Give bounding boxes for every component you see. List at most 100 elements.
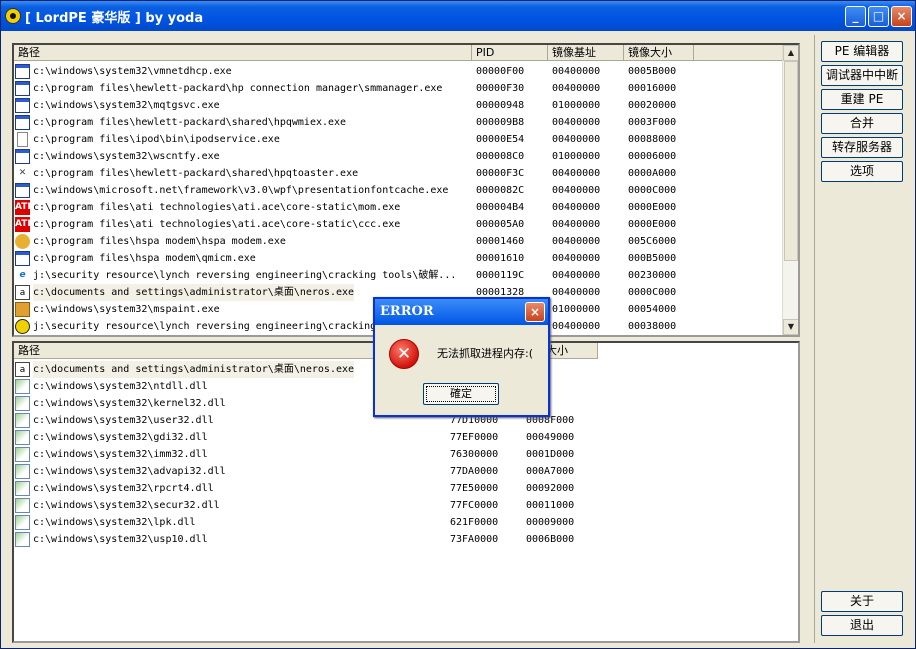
cell-size: 0005B000 — [628, 66, 677, 77]
cell-size: 0006B000 — [526, 534, 575, 545]
table-row[interactable]: c:\windows\system32\lpk.dll 621F0000 00009… — [14, 514, 798, 531]
cell-base: 77EF0000 — [450, 432, 499, 443]
cell-base: 00400000 — [552, 287, 601, 298]
column-header-path[interactable]: 路径 — [14, 45, 472, 61]
cell-pid: 000008C0 — [476, 151, 525, 162]
cell-base: 77DA0000 — [450, 466, 499, 477]
cell-base: 00400000 — [552, 168, 601, 179]
cell-size: 0000E000 — [628, 202, 677, 213]
rebuild-pe-button[interactable]: 重建 PE — [821, 89, 903, 110]
dll-icon — [15, 498, 30, 513]
tools-icon: ✕ — [18, 168, 27, 178]
column-header-pid[interactable]: PID — [472, 45, 548, 61]
cell-base: 00400000 — [552, 66, 601, 77]
cell-pid: 000009B8 — [476, 117, 525, 128]
debugger-break-button[interactable]: 调试器中中断 — [821, 65, 903, 86]
close-button[interactable]: × — [891, 6, 912, 27]
cell-path: c:\windows\system32\wscntfy.exe — [33, 151, 220, 162]
table-row[interactable]: c:\program files\hspa modem\qmicm.exe 000… — [14, 250, 798, 267]
ie-icon: e — [19, 270, 26, 280]
cell-path: c:\windows\system32\lpk.dll — [33, 517, 196, 528]
cell-pid: 00001610 — [476, 253, 525, 264]
table-row[interactable]: ATI c:\program files\ati technologies\ati… — [14, 199, 798, 216]
cell-base: 77FC0000 — [450, 500, 499, 511]
table-row[interactable]: c:\program files\ipod\bin\ipodservice.ex… — [14, 131, 798, 148]
options-button[interactable]: 选项 — [821, 161, 903, 182]
maximize-button[interactable]: □ — [868, 6, 889, 27]
ati-icon: ATI — [15, 200, 31, 215]
a-icon: a — [15, 362, 30, 377]
cell-pid: 000004B4 — [476, 202, 525, 213]
table-row[interactable]: c:\windows\system32\mqtgsvc.exe 00000948 0… — [14, 97, 798, 114]
dialog-title[interactable]: ERROR — [375, 299, 548, 325]
cell-size: 0003F000 — [628, 117, 677, 128]
cell-base: 01000000 — [552, 151, 601, 162]
ati-icon: ATI — [15, 217, 31, 232]
cell-path: c:\documents and settings\administrator\… — [33, 284, 355, 301]
cell-size: 0000E000 — [628, 219, 677, 230]
cell-base: 76300000 — [450, 449, 499, 460]
merge-button[interactable]: 合并 — [821, 113, 903, 134]
window-icon — [15, 115, 30, 130]
table-row[interactable]: c:\windows\system32\imm32.dll 76300000 000… — [14, 446, 798, 463]
table-row[interactable]: c:\windows\system32\rpcrt4.dll 77E50000 00… — [14, 480, 798, 497]
dialog-ok-button[interactable]: 確定 — [423, 383, 499, 405]
cell-path: c:\program files\ati technologies\ati.ac… — [33, 202, 401, 213]
about-button[interactable]: 关于 — [821, 591, 903, 612]
scroll-thumb[interactable] — [784, 61, 798, 261]
cell-base: 00400000 — [552, 117, 601, 128]
error-dialog: ERROR × ✕ 无法抓取进程内存:( 確定 — [373, 297, 550, 417]
table-row[interactable]: c:\program files\hewlett-packard\hp conn… — [14, 80, 798, 97]
cell-size: 00038000 — [628, 321, 677, 332]
error-icon: ✕ — [389, 339, 419, 369]
cell-pid: 00001460 — [476, 236, 525, 247]
table-row[interactable]: ✕ c:\program files\hewlett-packard\shared… — [14, 165, 798, 182]
cell-path: c:\program files\hewlett-packard\shared\… — [33, 168, 359, 179]
cell-base: 00400000 — [552, 83, 601, 94]
table-row[interactable]: c:\program files\hewlett-packard\shared\… — [14, 114, 798, 131]
cell-base: 00400000 — [552, 202, 601, 213]
window-icon — [15, 98, 30, 113]
table-row[interactable]: c:\program files\hspa modem\hspa modem.e… — [14, 233, 798, 250]
window-icon — [15, 149, 30, 164]
dump-server-button[interactable]: 转存服务器 — [821, 137, 903, 158]
table-row[interactable]: c:\windows\system32\advapi32.dll 77DA0000… — [14, 463, 798, 480]
cell-size: 00230000 — [628, 270, 677, 281]
scroll-up-button[interactable]: ▲ — [783, 45, 798, 61]
pe-editor-button[interactable]: PE 编辑器 — [821, 41, 903, 62]
table-row[interactable]: c:\windows\system32\wscntfy.exe 000008C0 0… — [14, 148, 798, 165]
table-row[interactable]: ATI c:\program files\ati technologies\ati… — [14, 216, 798, 233]
table-row[interactable]: c:\windows\system32\gdi32.dll 77EF0000 000… — [14, 429, 798, 446]
minimize-button[interactable]: _ — [845, 6, 866, 27]
column-header-image-size[interactable]: 镜像大小 — [624, 45, 694, 61]
window-icon — [15, 251, 30, 266]
table-row[interactable]: e j:\security resource\lynch reversing en… — [14, 267, 798, 284]
cell-size: 0000C000 — [628, 185, 677, 196]
cell-path: c:\windows\microsoft.net\framework\v3.0\… — [33, 185, 449, 196]
process-list[interactable]: 路径 PID 镜像基址 镜像大小 c:\windows\system32\vmn… — [12, 43, 800, 337]
cell-size: 00020000 — [628, 100, 677, 111]
cell-size: 00009000 — [526, 517, 575, 528]
cell-base: 00400000 — [552, 236, 601, 247]
cell-pid: 0000082C — [476, 185, 525, 196]
lordpe-icon — [15, 319, 30, 334]
dialog-close-button[interactable]: × — [525, 302, 545, 322]
table-row[interactable]: c:\windows\system32\secur32.dll 77FC0000 0… — [14, 497, 798, 514]
table-row[interactable]: c:\windows\system32\usp10.dll 73FA0000 000… — [14, 531, 798, 548]
cell-size: 00088000 — [628, 134, 677, 145]
cell-size: 00054000 — [628, 304, 677, 315]
table-row[interactable]: c:\windows\system32\vmnetdhcp.exe 00000F0… — [14, 63, 798, 80]
exit-button[interactable]: 退出 — [821, 615, 903, 636]
dll-icon — [15, 532, 30, 547]
cell-path: c:\windows\system32\vmnetdhcp.exe — [33, 66, 232, 77]
cell-path: c:\windows\system32\kernel32.dll — [33, 398, 226, 409]
hspa-icon — [15, 234, 30, 249]
cell-path: c:\program files\ati technologies\ati.ac… — [33, 219, 401, 230]
column-header-image-base[interactable]: 镜像基址 — [548, 45, 624, 61]
title-bar[interactable]: [ LordPE 豪华版 ] by yoda _ □ × — [1, 1, 915, 31]
cell-size: 000B5000 — [628, 253, 677, 264]
process-list-scrollbar[interactable]: ▲ ▼ — [782, 45, 798, 335]
table-row[interactable]: c:\windows\microsoft.net\framework\v3.0\… — [14, 182, 798, 199]
column-header-image-size[interactable]: 大小 — [542, 343, 598, 359]
scroll-down-button[interactable]: ▼ — [783, 319, 798, 335]
